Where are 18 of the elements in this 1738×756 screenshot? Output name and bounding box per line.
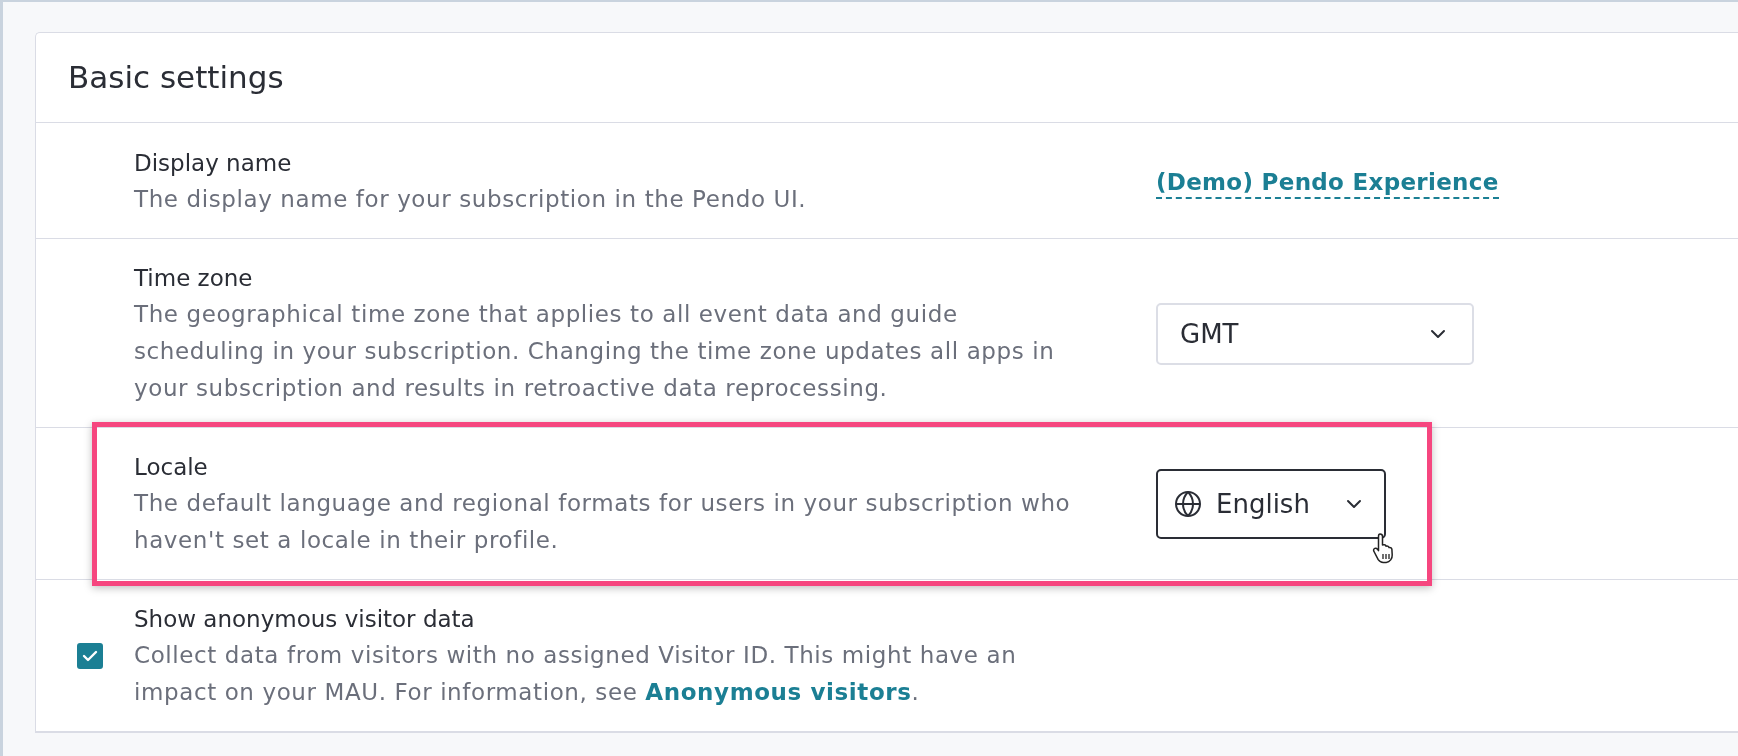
check-icon [82,650,98,662]
chevron-down-icon [1430,328,1446,339]
help-link[interactable]: Anonymous visitors [645,679,912,705]
setting-description: The geographical time zone that applies to all event data and guide scheduling in your subscription. Changing the time zone updates all apps in your subscription and results in retroactive data reprocessing. [134,300,1056,403]
setting-label: Show anonymous visitor data [134,605,475,634]
locale-select[interactable]: English [1156,469,1386,539]
setting-label: Locale [134,453,208,482]
setting-label: Time zone [134,264,253,293]
time-zone-select[interactable]: GMT [1156,302,1474,365]
checkbox[interactable] [77,643,103,669]
display-name-link[interactable]: (Demo) Pendo Experience [1156,168,1499,199]
section-title: Basic settings [68,59,285,95]
setting-label: Display name [134,149,292,178]
setting-description: The display name for your subscription in the Pendo UI. [134,185,808,214]
globe-icon [1174,490,1202,518]
setting-description: The default language and regional formats for users in your subscription who haven't set a locale in their profile. [134,489,1072,555]
chevron-down-icon [1346,499,1362,509]
setting-description: Collect data from visitors with no assigned Visitor ID. This might have an impact on your MAU. For information, see Anonymous visitors. [134,641,1018,707]
